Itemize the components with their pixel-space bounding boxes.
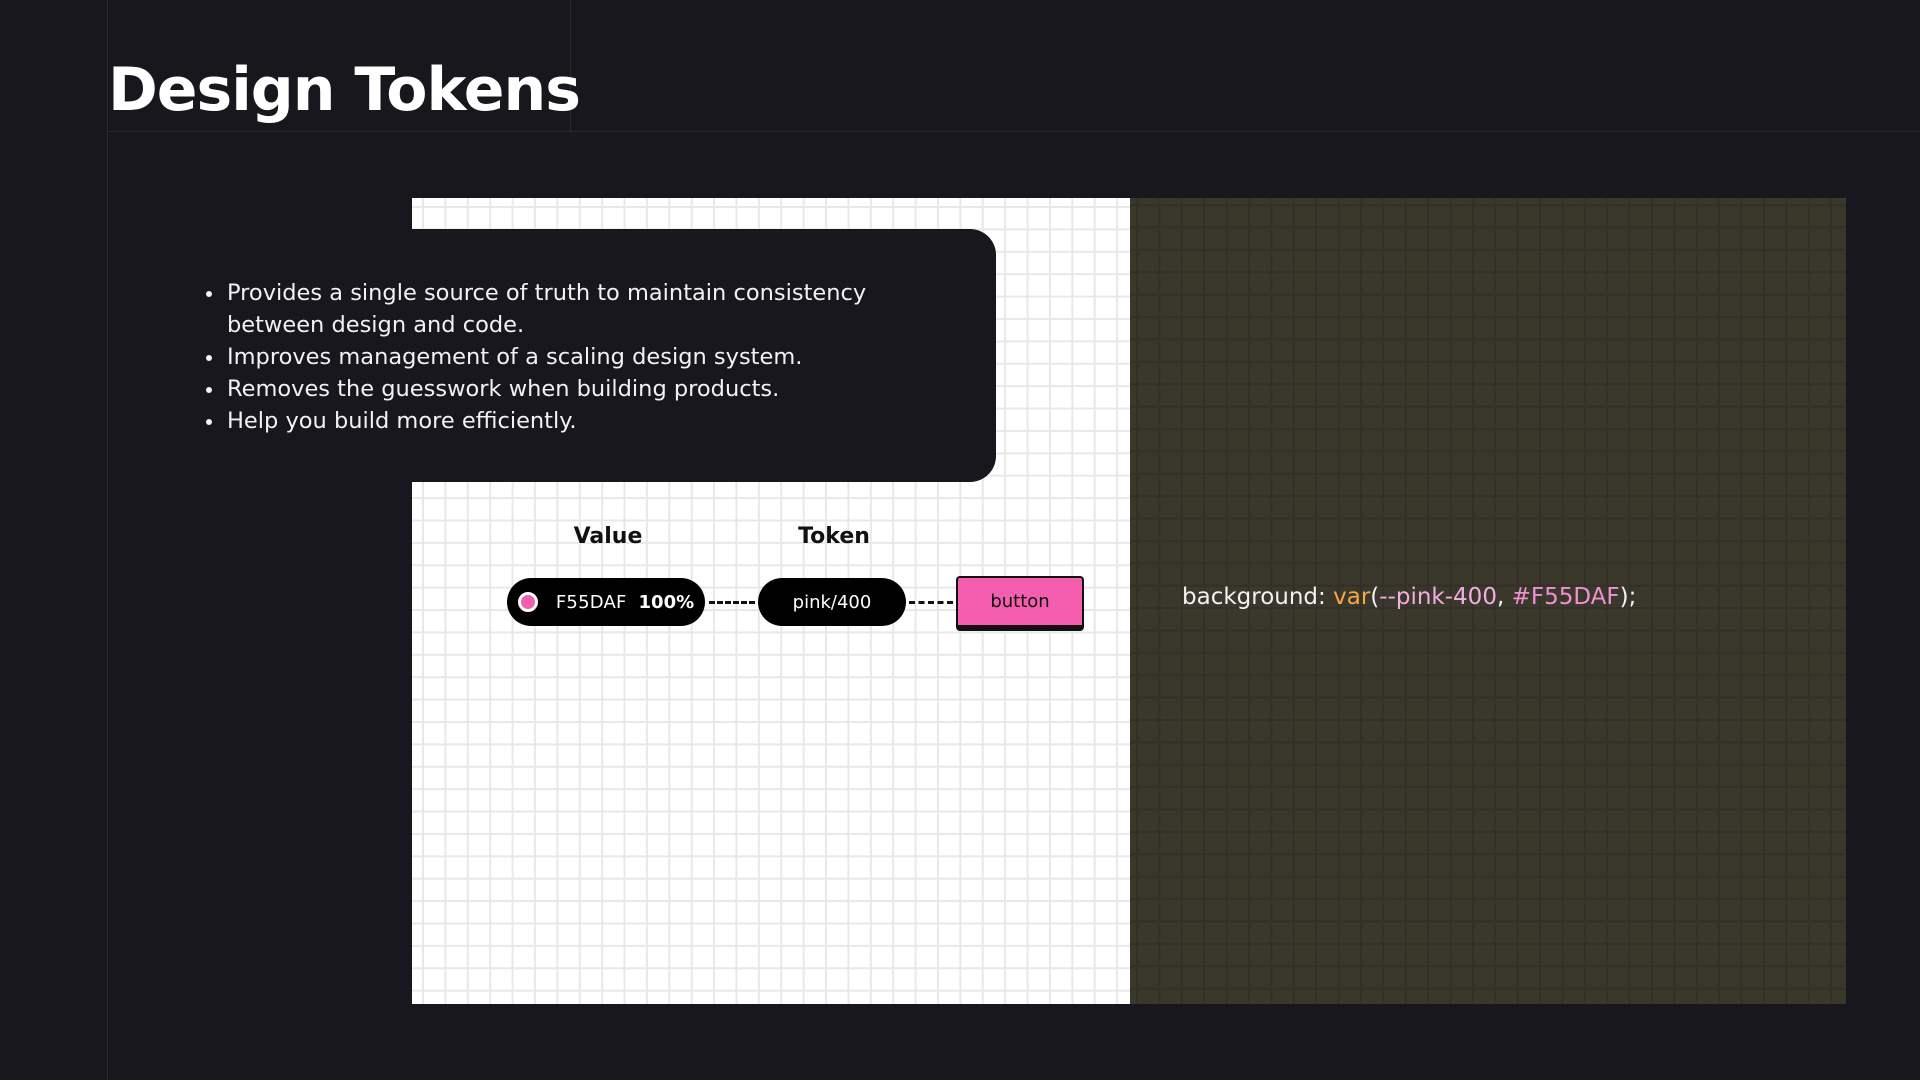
token-name: pink/400	[792, 591, 872, 613]
code-close: );	[1619, 584, 1637, 610]
list-item: Improves management of a scaling design …	[206, 341, 967, 373]
value-pill: F55DAF 100%	[507, 578, 705, 626]
code-separator: ,	[1496, 584, 1512, 610]
token-column-label: Token	[798, 524, 870, 549]
color-swatch-icon	[517, 592, 538, 612]
list-item: Provides a single source of truth to mai…	[206, 277, 967, 341]
value-column-label: Value	[573, 524, 643, 549]
benefits-list: Provides a single source of truth to mai…	[206, 277, 967, 437]
preview-button[interactable]: button	[956, 576, 1084, 631]
code-open-paren: (	[1370, 584, 1380, 610]
code-variable: --pink-400	[1379, 584, 1497, 610]
value-token-connector	[709, 601, 755, 604]
token-component-connector	[909, 601, 953, 604]
value-hex: F55DAF	[555, 591, 627, 613]
list-item: Help you build more efficiently.	[206, 405, 967, 437]
slide-title: Design Tokens	[108, 55, 581, 125]
guide-line-vertical-left	[107, 0, 108, 1080]
token-pill: pink/400	[758, 578, 906, 626]
code-fallback: #F55DAF	[1511, 584, 1620, 610]
code-property: background:	[1182, 584, 1334, 610]
list-item: Removes the guesswork when building prod…	[206, 373, 967, 405]
code-function: var	[1333, 584, 1371, 610]
guide-line-horizontal	[107, 131, 1920, 132]
value-opacity: 100%	[638, 591, 695, 613]
code-snippet: background: var(--pink-400, #F55DAF);	[1182, 584, 1636, 610]
